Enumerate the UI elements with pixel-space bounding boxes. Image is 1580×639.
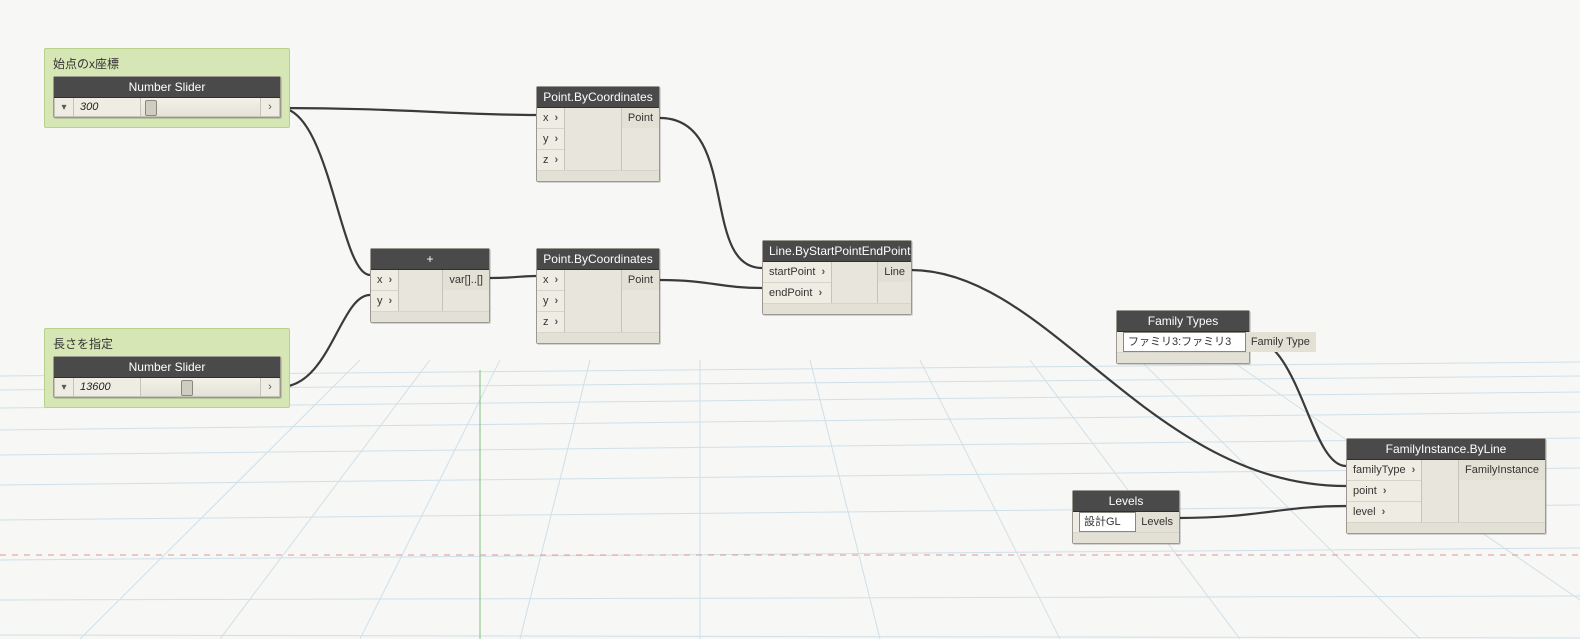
output-port-familyinstance[interactable]: FamilyInstance — [1459, 460, 1545, 480]
node-levels[interactable]: Levels 設計GL▾ Levels — [1072, 490, 1180, 544]
input-port-point[interactable]: point› — [1347, 481, 1421, 502]
node-footer — [763, 303, 911, 314]
node-familyinstance-byline[interactable]: FamilyInstance.ByLine familyType› point›… — [1346, 438, 1546, 534]
node-title: Family Types — [1117, 311, 1249, 332]
input-port-x[interactable]: x› — [537, 108, 564, 129]
input-port-y[interactable]: y› — [537, 291, 564, 312]
chevron-right-icon: › — [555, 112, 559, 124]
slider-track[interactable] — [140, 98, 261, 116]
dropdown-level[interactable]: 設計GL▾ — [1073, 512, 1132, 532]
node-title: Line.ByStartPointEndPoint — [763, 241, 911, 262]
output-port-levels[interactable]: Levels — [1135, 512, 1179, 532]
output-port-var[interactable]: var[]..[] — [443, 270, 489, 290]
slider-control[interactable]: ▾ 13600 › — [54, 378, 280, 397]
node-footer — [1117, 352, 1249, 363]
chevron-right-icon: › — [555, 274, 559, 286]
dropdown-family-type[interactable]: ファミリ3:ファミリ3▾ — [1117, 332, 1243, 352]
dropdown-selected: ファミリ3:ファミリ3 — [1123, 332, 1246, 352]
slider-step-icon[interactable]: › — [261, 378, 279, 396]
chevron-right-icon: › — [821, 266, 825, 278]
group-start-x[interactable]: 始点のx座標 Number Slider ▾ 300 › — [44, 48, 290, 128]
node-point-bycoordinates-2[interactable]: Point.ByCoordinates x› y› z› Point — [536, 248, 660, 344]
slider-expand-icon[interactable]: ▾ — [55, 98, 74, 116]
chevron-right-icon: › — [818, 287, 822, 299]
input-port-familytype[interactable]: familyType› — [1347, 460, 1421, 481]
node-title: Point.ByCoordinates — [537, 249, 659, 270]
chevron-right-icon: › — [555, 295, 559, 307]
input-port-y[interactable]: y› — [537, 129, 564, 150]
node-title: Number Slider — [54, 357, 280, 378]
node-line-bystartpointendpoint[interactable]: Line.ByStartPointEndPoint startPoint› en… — [762, 240, 912, 315]
slider-step-icon[interactable]: › — [261, 98, 279, 116]
group-title: 長さを指定 — [53, 335, 281, 352]
chevron-right-icon: › — [389, 295, 393, 307]
input-port-startpoint[interactable]: startPoint› — [763, 262, 831, 283]
slider-value: 13600 — [74, 381, 140, 393]
input-port-x[interactable]: x› — [537, 270, 564, 291]
output-port-point[interactable]: Point — [622, 108, 659, 128]
slider-value: 300 — [74, 101, 140, 113]
slider-control[interactable]: ▾ 300 › — [54, 98, 280, 117]
input-port-level[interactable]: level› — [1347, 502, 1421, 522]
node-footer — [537, 332, 659, 343]
node-number-slider-2[interactable]: Number Slider ▾ 13600 › — [53, 356, 281, 398]
node-title: + — [371, 249, 489, 270]
input-port-z[interactable]: z› — [537, 150, 564, 170]
node-footer — [1347, 522, 1545, 533]
slider-thumb[interactable] — [145, 100, 157, 116]
slider-thumb[interactable] — [181, 380, 193, 396]
output-port-familytype[interactable]: Family Type — [1245, 332, 1316, 352]
node-title: FamilyInstance.ByLine — [1347, 439, 1545, 460]
node-title: Levels — [1073, 491, 1179, 512]
output-port-point[interactable]: Point — [622, 270, 659, 290]
dropdown-selected: 設計GL — [1079, 512, 1136, 532]
node-title: Number Slider — [54, 77, 280, 98]
chevron-right-icon: › — [389, 274, 393, 286]
node-footer — [537, 170, 659, 181]
node-family-types[interactable]: Family Types ファミリ3:ファミリ3▾ Family Type — [1116, 310, 1250, 364]
chevron-right-icon: › — [555, 316, 559, 328]
input-port-z[interactable]: z› — [537, 312, 564, 332]
chevron-right-icon: › — [555, 154, 559, 166]
input-port-y[interactable]: y› — [371, 291, 398, 311]
output-port-line[interactable]: Line — [878, 262, 911, 282]
chevron-right-icon: › — [1382, 506, 1386, 518]
input-port-endpoint[interactable]: endPoint› — [763, 283, 831, 303]
chevron-right-icon: › — [555, 133, 559, 145]
node-point-bycoordinates-1[interactable]: Point.ByCoordinates x› y› z› Point — [536, 86, 660, 182]
slider-track[interactable] — [140, 378, 261, 396]
node-title: Point.ByCoordinates — [537, 87, 659, 108]
group-title: 始点のx座標 — [53, 55, 281, 72]
node-footer — [1073, 532, 1179, 543]
chevron-right-icon: › — [1383, 485, 1387, 497]
node-add[interactable]: + x› y› var[]..[] — [370, 248, 490, 323]
group-length[interactable]: 長さを指定 Number Slider ▾ 13600 › — [44, 328, 290, 408]
slider-expand-icon[interactable]: ▾ — [55, 378, 74, 396]
chevron-right-icon: › — [1412, 464, 1416, 476]
input-port-x[interactable]: x› — [371, 270, 398, 291]
node-number-slider-1[interactable]: Number Slider ▾ 300 › — [53, 76, 281, 118]
node-footer — [371, 311, 489, 322]
